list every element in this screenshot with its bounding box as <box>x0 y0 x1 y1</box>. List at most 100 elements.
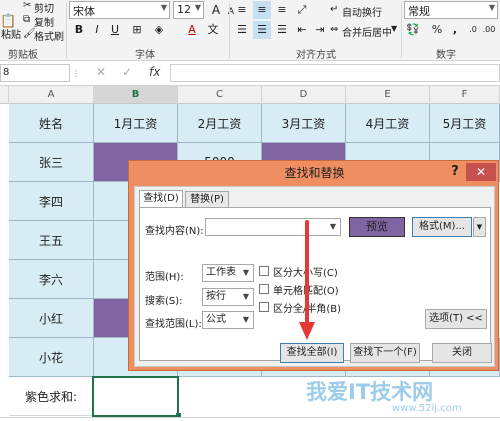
tab-replace[interactable]: 替换(P) <box>185 191 229 208</box>
divider <box>66 2 67 58</box>
header-cell-month1[interactable]: 1月工资 <box>94 104 178 143</box>
orientation-icon[interactable]: ⤢ <box>293 1 311 19</box>
look-in-label: 查找范围(L): <box>145 319 202 330</box>
indent-icon[interactable]: ⇥ <box>311 21 329 39</box>
name-box[interactable]: 8 <box>0 64 70 82</box>
fx-icon[interactable]: fx <box>149 65 160 79</box>
italic-button[interactable]: I <box>88 21 106 39</box>
options-button[interactable]: 选项(T) << <box>425 309 487 329</box>
fill-color-icon[interactable]: ◈ <box>150 21 168 39</box>
name-cell[interactable]: 张三 <box>9 143 94 182</box>
alignment-group-label: 对齐方式 <box>296 50 336 61</box>
clipboard-group-label: 剪贴板 <box>8 50 38 61</box>
watermark-url: www.52ij.com <box>392 403 462 414</box>
currency-icon[interactable]: 💱 <box>404 21 422 39</box>
header-cell-month3[interactable]: 3月工资 <box>262 104 346 143</box>
copy-icon[interactable]: ⧉ <box>23 14 30 25</box>
name-cell[interactable]: 小花 <box>9 338 94 377</box>
chevron-down-icon: ▼ <box>242 315 250 324</box>
find-what-input[interactable]: ▼ <box>205 218 341 236</box>
merge-center-button[interactable]: 合并后居中 <box>342 24 392 39</box>
cut-button[interactable]: 剪切 <box>34 0 54 15</box>
match-case-checkbox[interactable] <box>259 266 269 276</box>
close-icon[interactable]: ✕ <box>466 163 496 181</box>
search-label: 搜索(S): <box>145 296 183 307</box>
find-what-label: 查找内容(N): <box>145 226 204 237</box>
divider <box>0 417 500 421</box>
sum-label-cell[interactable]: 紫色求和: <box>9 377 94 416</box>
chevron-down-icon: ▼ <box>242 268 250 277</box>
align-left-icon[interactable]: ☰ <box>233 21 251 39</box>
watermark-logo-text: 我爱IT技术网 <box>306 380 434 404</box>
formula-bar: 8 ⋮ ✕ ✓ fx <box>0 61 500 86</box>
format-button[interactable]: 格式(M)... <box>412 217 472 237</box>
divider <box>401 2 402 58</box>
chevron-down-icon: ▼ <box>329 222 337 231</box>
help-button[interactable]: ? <box>447 164 463 180</box>
align-middle-icon[interactable]: ≡ <box>253 1 271 19</box>
comma-button[interactable]: , <box>446 21 464 39</box>
column-header-c[interactable]: C <box>178 86 262 104</box>
align-right-icon[interactable]: ☰ <box>273 21 291 39</box>
align-bottom-icon[interactable]: ≡ <box>273 1 291 19</box>
chevron-down-icon: ▼ <box>242 292 250 301</box>
column-header-f[interactable]: F <box>430 86 500 104</box>
name-box-dropdown-icon[interactable]: ⋮ <box>72 69 80 78</box>
match-width-checkbox[interactable] <box>259 302 269 312</box>
find-all-button[interactable]: 查找全部(I) <box>280 343 344 363</box>
ribbon: 📋 粘贴 ✂ 剪切 ⧉ 复制 🖌 格式刷 剪贴板 宋体 ▼ 12 ▼ A A B I… <box>0 0 500 61</box>
scope-select[interactable]: 工作表 ▼ <box>202 264 254 282</box>
chevron-down-icon: ▼ <box>160 3 167 12</box>
enter-icon[interactable]: ✓ <box>122 65 132 79</box>
column-header-e[interactable]: E <box>346 86 430 104</box>
number-group-label: 数字 <box>436 50 456 61</box>
border-icon[interactable]: ⊞ <box>128 21 146 39</box>
select-all-corner[interactable] <box>0 86 9 104</box>
tab-find[interactable]: 查找(D) <box>139 190 183 208</box>
align-center-icon[interactable]: ☰ <box>253 21 271 39</box>
copy-button[interactable]: 复制 <box>34 14 54 29</box>
font-color-button[interactable]: A <box>183 21 201 39</box>
name-cell[interactable]: 李四 <box>9 182 94 221</box>
watermark: 我爱IT技术网 www.52ij.com <box>300 374 500 418</box>
format-painter-button[interactable]: 格式刷 <box>34 28 64 43</box>
header-cell-month2[interactable]: 2月工资 <box>178 104 262 143</box>
header-cell-month4[interactable]: 4月工资 <box>346 104 430 143</box>
wrap-text-button[interactable]: 自动换行 <box>342 4 382 19</box>
match-cell-checkbox[interactable] <box>259 284 269 294</box>
underline-button[interactable]: U <box>106 21 124 39</box>
find-next-button[interactable]: 查找下一个(F) <box>350 343 420 363</box>
font-family-select[interactable]: 宋体 ▼ <box>69 1 170 19</box>
dialog-title: 查找和替换 <box>284 166 345 180</box>
number-format-select[interactable]: 常规 ▼ <box>404 1 498 19</box>
name-cell[interactable]: 李六 <box>9 260 94 299</box>
wen-icon[interactable]: 文 <box>204 21 222 39</box>
font-size-select[interactable]: 12 ▼ <box>173 1 204 19</box>
paste-button[interactable]: 粘贴 <box>1 26 21 41</box>
column-header-d[interactable]: D <box>262 86 346 104</box>
cut-icon[interactable]: ✂ <box>23 0 31 11</box>
column-header-a[interactable]: A <box>9 86 94 104</box>
chevron-down-icon[interactable]: ▼ <box>391 24 397 33</box>
chevron-down-icon: ▼ <box>194 3 201 12</box>
bold-button[interactable]: B <box>70 21 88 39</box>
outdent-icon[interactable]: ⇤ <box>293 21 311 39</box>
header-cell-month5[interactable]: 5月工资 <box>430 104 500 143</box>
wrap-icon[interactable]: ↵ <box>330 4 338 15</box>
name-cell[interactable]: 王五 <box>9 221 94 260</box>
decrease-decimal-icon[interactable]: .00 <box>480 21 498 39</box>
percent-button[interactable]: % <box>428 21 446 39</box>
cancel-icon[interactable]: ✕ <box>96 65 106 79</box>
merge-icon[interactable]: ⇔ <box>330 24 338 35</box>
search-order-select[interactable]: 按行 ▼ <box>202 288 254 306</box>
header-cell-name[interactable]: 姓名 <box>9 104 94 143</box>
look-in-select[interactable]: 公式 ▼ <box>202 311 254 329</box>
active-cell[interactable] <box>92 376 179 417</box>
formula-input[interactable] <box>170 64 500 82</box>
align-top-icon[interactable]: ≡ <box>233 1 251 19</box>
chevron-down-icon[interactable]: ▼ <box>473 217 486 237</box>
font-group-label: 字体 <box>135 50 155 61</box>
column-header-b[interactable]: B <box>94 86 178 104</box>
name-cell[interactable]: 小红 <box>9 299 94 338</box>
close-button[interactable]: 关闭 <box>432 343 492 363</box>
